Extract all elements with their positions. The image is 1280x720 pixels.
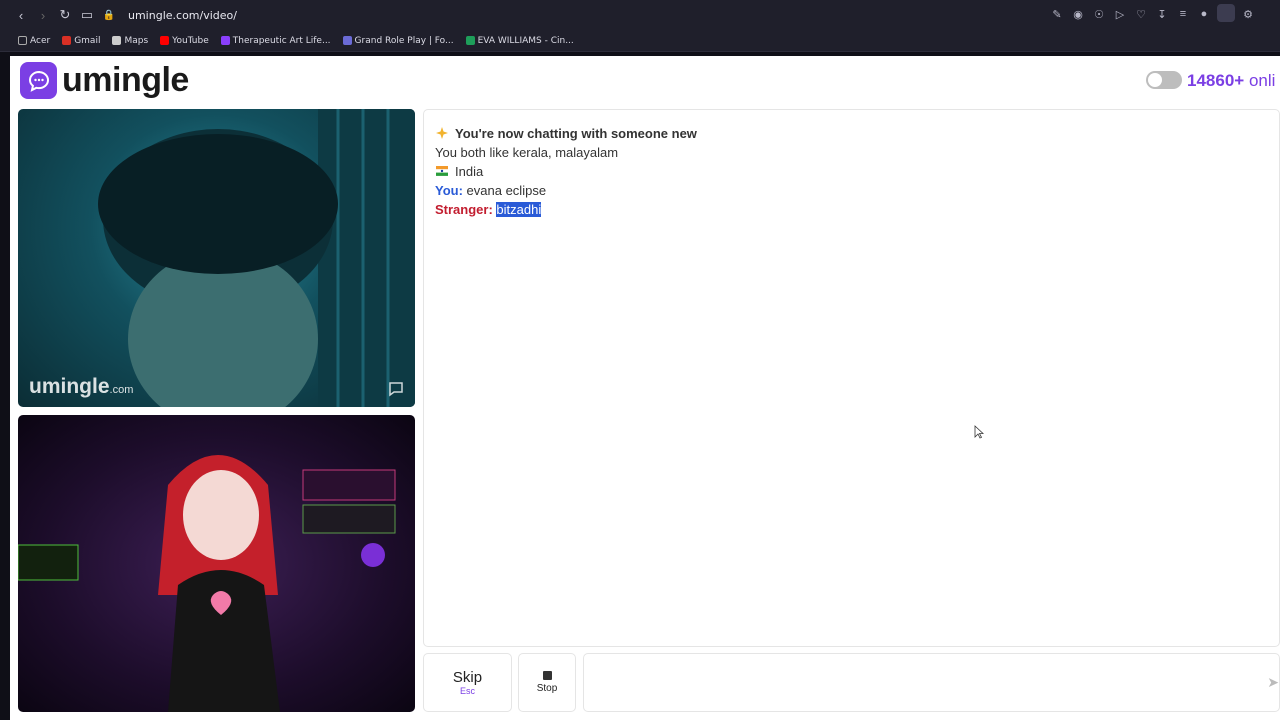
india-flag-icon bbox=[436, 166, 448, 176]
stop-icon bbox=[542, 671, 552, 680]
page-icon bbox=[112, 36, 122, 45]
country-text: India bbox=[455, 164, 484, 179]
skip-label: Skip bbox=[452, 669, 483, 686]
address-bar[interactable]: umingle.com/video/ bbox=[128, 9, 237, 22]
watermark-text: umingle bbox=[29, 375, 110, 398]
site-logo[interactable]: umingle bbox=[62, 61, 189, 100]
reload-icon[interactable]: ↻ bbox=[54, 4, 76, 26]
watermark-suffix: .com bbox=[109, 384, 134, 396]
message-input[interactable] bbox=[584, 654, 1244, 711]
system-message: You're now chatting with someone new bbox=[435, 124, 1268, 143]
online-number: 14860+ bbox=[1187, 71, 1245, 90]
profile-icon[interactable]: ● bbox=[1196, 4, 1212, 24]
bookmark-therapeutic-art[interactable]: Therapeutic Art Life... bbox=[220, 36, 331, 46]
you-label: You: bbox=[435, 183, 463, 198]
site-header: umingle 14860+ onli bbox=[10, 56, 1280, 106]
stop-button[interactable]: Stop bbox=[518, 653, 576, 712]
bookmark-acer[interactable]: Acer bbox=[18, 36, 50, 46]
you-message: evana eclipse bbox=[466, 183, 547, 198]
stranger-message: bitzadhi bbox=[496, 202, 542, 217]
chat-message-you: You: evana eclipse bbox=[435, 181, 1268, 200]
heart-icon[interactable]: ♡ bbox=[1133, 4, 1149, 24]
edit-icon[interactable]: ✎ bbox=[1049, 4, 1065, 24]
menu-icon[interactable]: ≡ bbox=[1175, 4, 1191, 24]
camera-icon[interactable]: ◉ bbox=[1070, 4, 1086, 24]
online-count: 14860+ onli bbox=[1187, 71, 1275, 91]
site-icon bbox=[465, 36, 475, 45]
self-video-feed bbox=[18, 455, 396, 712]
settings-icon[interactable]: ⚙ bbox=[1240, 4, 1256, 24]
bookmark-grand-role-play[interactable]: Grand Role Play | Fo... bbox=[342, 36, 454, 46]
gmail-icon bbox=[62, 36, 72, 45]
theme-toggle[interactable] bbox=[1146, 71, 1182, 89]
bookmark-eva-williams[interactable]: EVA WILLIAMS - Cin... bbox=[465, 36, 574, 46]
stranger-label: Stranger: bbox=[435, 202, 493, 217]
chat-bubble-icon[interactable] bbox=[20, 62, 57, 99]
chat-log: You're now chatting with someone new You… bbox=[423, 109, 1280, 647]
stranger-country: India bbox=[435, 162, 1268, 181]
stop-label: Stop bbox=[536, 683, 558, 694]
report-flag-icon[interactable] bbox=[387, 381, 405, 397]
folder-icon bbox=[18, 36, 27, 45]
site-icon bbox=[220, 36, 230, 45]
chat-message-stranger: Stranger: bitzadhi bbox=[435, 200, 1268, 219]
browser-toolbar: ‹ › ↻ ▭ 🔒 umingle.com/video/ ✎ ◉ ☉ ▷ ♡ ↧… bbox=[0, 0, 1280, 30]
send-icon[interactable]: ➤ bbox=[1267, 674, 1279, 691]
toggle-knob bbox=[1148, 73, 1162, 87]
forward-icon[interactable]: › bbox=[32, 4, 54, 26]
lock-icon[interactable]: 🔒 bbox=[98, 4, 120, 26]
page: umingle 14860+ onli umingle.com You're n… bbox=[10, 56, 1280, 720]
mouse-cursor-icon bbox=[974, 425, 984, 439]
stranger-video: umingle.com bbox=[18, 109, 415, 407]
stranger-video-feed bbox=[98, 109, 415, 407]
skip-shortcut: Esc bbox=[459, 686, 475, 696]
shield-icon[interactable]: ☉ bbox=[1091, 4, 1107, 24]
bookmark-gmail[interactable]: Gmail bbox=[62, 36, 100, 46]
sparkles-icon bbox=[436, 127, 448, 139]
site-icon bbox=[342, 36, 352, 45]
system-message-text: You're now chatting with someone new bbox=[455, 126, 697, 141]
download-icon[interactable]: ↧ bbox=[1154, 4, 1170, 24]
self-video bbox=[18, 415, 415, 712]
back-icon[interactable]: ‹ bbox=[10, 4, 32, 26]
video-watermark: umingle.com bbox=[29, 375, 133, 399]
bookmarks-bar: Acer Gmail Maps YouTube Therapeutic Art … bbox=[0, 30, 1280, 52]
extension-icon[interactable] bbox=[1217, 4, 1235, 22]
skip-button[interactable]: Skip Esc bbox=[423, 653, 512, 712]
online-suffix: onli bbox=[1248, 71, 1276, 90]
bookmark-youtube[interactable]: YouTube bbox=[160, 36, 209, 46]
play-icon[interactable]: ▷ bbox=[1112, 4, 1128, 24]
message-input-box[interactable]: ➤ bbox=[583, 653, 1280, 712]
tab-icon[interactable]: ▭ bbox=[76, 4, 98, 26]
youtube-icon bbox=[160, 36, 170, 45]
bookmark-maps[interactable]: Maps bbox=[112, 36, 148, 46]
common-interests: You both like kerala, malayalam bbox=[435, 145, 619, 160]
